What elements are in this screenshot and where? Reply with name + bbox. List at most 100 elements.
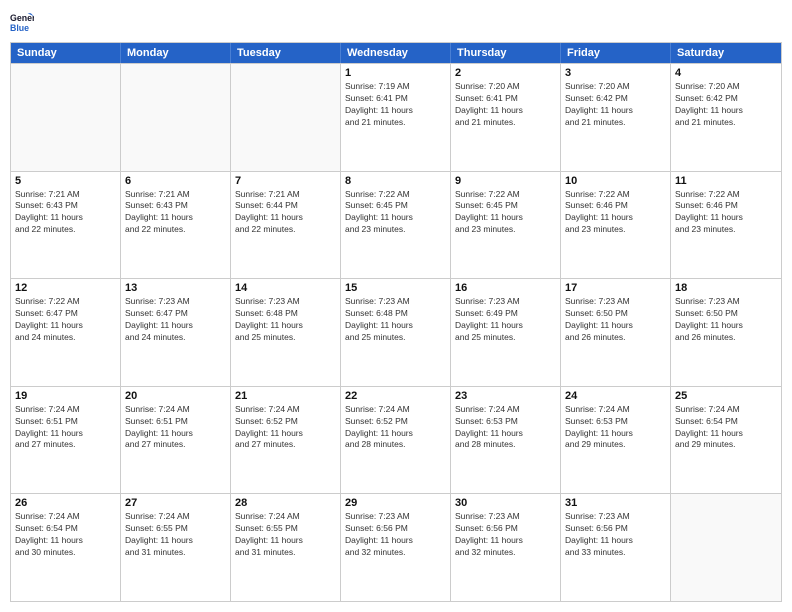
empty-cell (231, 64, 341, 171)
day-info: Sunrise: 7:23 AM Sunset: 6:48 PM Dayligh… (345, 296, 446, 344)
day-cell-27: 27 Sunrise: 7:24 AM Sunset: 6:55 PM Dayli… (121, 494, 231, 601)
day-number: 14 (235, 282, 336, 294)
day-info: Sunrise: 7:19 AM Sunset: 6:41 PM Dayligh… (345, 81, 446, 129)
day-number: 15 (345, 282, 446, 294)
day-info: Sunrise: 7:23 AM Sunset: 6:49 PM Dayligh… (455, 296, 556, 344)
day-cell-30: 30 Sunrise: 7:23 AM Sunset: 6:56 PM Dayli… (451, 494, 561, 601)
calendar-week-3: 12Sunrise: 7:22 AM Sunset: 6:47 PM Dayli… (11, 278, 781, 386)
day-cell-14: 14 Sunrise: 7:23 AM Sunset: 6:48 PM Dayli… (231, 279, 341, 386)
day-header-sunday: Sunday (11, 43, 121, 63)
day-cell-9: 9 Sunrise: 7:22 AM Sunset: 6:45 PM Daylig… (451, 172, 561, 279)
day-info: Sunrise: 7:24 AM Sunset: 6:52 PM Dayligh… (345, 404, 446, 452)
day-info: Sunrise: 7:21 AM Sunset: 6:43 PM Dayligh… (15, 189, 116, 237)
calendar-week-1: 1 Sunrise: 7:19 AM Sunset: 6:41 PM Daylig… (11, 63, 781, 171)
day-cell-18: 18 Sunrise: 7:23 AM Sunset: 6:50 PM Dayli… (671, 279, 781, 386)
day-info: Sunrise: 7:23 AM Sunset: 6:56 PM Dayligh… (565, 511, 666, 559)
empty-cell (121, 64, 231, 171)
logo-icon: General Blue (10, 10, 34, 34)
day-info: Sunrise: 7:24 AM Sunset: 6:54 PM Dayligh… (15, 511, 116, 559)
day-number: 13 (125, 282, 226, 294)
day-info: Sunrise: 7:21 AM Sunset: 6:44 PM Dayligh… (235, 189, 336, 237)
day-header-monday: Monday (121, 43, 231, 63)
empty-cell (11, 64, 121, 171)
day-number: 27 (125, 497, 226, 509)
day-number: 29 (345, 497, 446, 509)
day-info: Sunrise: 7:21 AM Sunset: 6:43 PM Dayligh… (125, 189, 226, 237)
day-number: 25 (675, 390, 777, 402)
day-header-thursday: Thursday (451, 43, 561, 63)
day-cell-19: 19Sunrise: 7:24 AM Sunset: 6:51 PM Dayli… (11, 387, 121, 494)
day-number: 2 (455, 67, 556, 79)
day-cell-5: 5 Sunrise: 7:21 AM Sunset: 6:43 PM Daylig… (11, 172, 121, 279)
day-number: 20 (125, 390, 226, 402)
day-cell-1: 1 Sunrise: 7:19 AM Sunset: 6:41 PM Daylig… (341, 64, 451, 171)
day-cell-20: 20 Sunrise: 7:24 AM Sunset: 6:51 PM Dayli… (121, 387, 231, 494)
day-info: Sunrise: 7:24 AM Sunset: 6:54 PM Dayligh… (675, 404, 777, 452)
day-header-wednesday: Wednesday (341, 43, 451, 63)
day-cell-24: 24Sunrise: 7:24 AM Sunset: 6:53 PM Dayli… (561, 387, 671, 494)
day-cell-4: 4 Sunrise: 7:20 AM Sunset: 6:42 PM Daylig… (671, 64, 781, 171)
day-cell-10: 10 Sunrise: 7:22 AM Sunset: 6:46 PM Dayli… (561, 172, 671, 279)
day-info: Sunrise: 7:24 AM Sunset: 6:51 PM Dayligh… (15, 404, 116, 452)
day-cell-2: 2Sunrise: 7:20 AM Sunset: 6:41 PM Daylig… (451, 64, 561, 171)
calendar-week-5: 26 Sunrise: 7:24 AM Sunset: 6:54 PM Dayli… (11, 493, 781, 601)
day-number: 18 (675, 282, 777, 294)
day-number: 21 (235, 390, 336, 402)
day-info: Sunrise: 7:20 AM Sunset: 6:42 PM Dayligh… (675, 81, 777, 129)
day-header-saturday: Saturday (671, 43, 781, 63)
day-info: Sunrise: 7:22 AM Sunset: 6:47 PM Dayligh… (15, 296, 116, 344)
day-number: 17 (565, 282, 666, 294)
day-info: Sunrise: 7:23 AM Sunset: 6:56 PM Dayligh… (455, 511, 556, 559)
day-number: 11 (675, 175, 777, 187)
day-info: Sunrise: 7:24 AM Sunset: 6:55 PM Dayligh… (235, 511, 336, 559)
svg-text:General: General (10, 13, 34, 23)
day-header-tuesday: Tuesday (231, 43, 341, 63)
day-number: 26 (15, 497, 116, 509)
day-number: 3 (565, 67, 666, 79)
day-cell-16: 16 Sunrise: 7:23 AM Sunset: 6:49 PM Dayli… (451, 279, 561, 386)
empty-cell (671, 494, 781, 601)
day-number: 30 (455, 497, 556, 509)
day-info: Sunrise: 7:23 AM Sunset: 6:48 PM Dayligh… (235, 296, 336, 344)
day-info: Sunrise: 7:23 AM Sunset: 6:56 PM Dayligh… (345, 511, 446, 559)
day-cell-3: 3Sunrise: 7:20 AM Sunset: 6:42 PM Daylig… (561, 64, 671, 171)
day-number: 5 (15, 175, 116, 187)
day-info: Sunrise: 7:22 AM Sunset: 6:45 PM Dayligh… (455, 189, 556, 237)
day-number: 4 (675, 67, 777, 79)
day-cell-22: 22 Sunrise: 7:24 AM Sunset: 6:52 PM Dayli… (341, 387, 451, 494)
day-number: 16 (455, 282, 556, 294)
day-number: 6 (125, 175, 226, 187)
day-header-friday: Friday (561, 43, 671, 63)
calendar-body: 1 Sunrise: 7:19 AM Sunset: 6:41 PM Daylig… (11, 63, 781, 601)
day-cell-17: 17 Sunrise: 7:23 AM Sunset: 6:50 PM Dayli… (561, 279, 671, 386)
day-info: Sunrise: 7:24 AM Sunset: 6:51 PM Dayligh… (125, 404, 226, 452)
day-number: 28 (235, 497, 336, 509)
day-cell-28: 28 Sunrise: 7:24 AM Sunset: 6:55 PM Dayli… (231, 494, 341, 601)
day-cell-7: 7Sunrise: 7:21 AM Sunset: 6:44 PM Daylig… (231, 172, 341, 279)
calendar-header: SundayMondayTuesdayWednesdayThursdayFrid… (11, 43, 781, 63)
day-info: Sunrise: 7:24 AM Sunset: 6:53 PM Dayligh… (455, 404, 556, 452)
page: General Blue SundayMondayTuesdayWednesda… (0, 0, 792, 612)
day-info: Sunrise: 7:22 AM Sunset: 6:46 PM Dayligh… (565, 189, 666, 237)
day-cell-26: 26 Sunrise: 7:24 AM Sunset: 6:54 PM Dayli… (11, 494, 121, 601)
day-number: 1 (345, 67, 446, 79)
day-number: 9 (455, 175, 556, 187)
day-number: 8 (345, 175, 446, 187)
day-info: Sunrise: 7:23 AM Sunset: 6:50 PM Dayligh… (565, 296, 666, 344)
day-number: 22 (345, 390, 446, 402)
calendar: SundayMondayTuesdayWednesdayThursdayFrid… (10, 42, 782, 602)
day-info: Sunrise: 7:24 AM Sunset: 6:52 PM Dayligh… (235, 404, 336, 452)
day-info: Sunrise: 7:22 AM Sunset: 6:45 PM Dayligh… (345, 189, 446, 237)
day-number: 10 (565, 175, 666, 187)
day-cell-23: 23Sunrise: 7:24 AM Sunset: 6:53 PM Dayli… (451, 387, 561, 494)
calendar-week-2: 5 Sunrise: 7:21 AM Sunset: 6:43 PM Daylig… (11, 171, 781, 279)
day-cell-8: 8 Sunrise: 7:22 AM Sunset: 6:45 PM Daylig… (341, 172, 451, 279)
day-info: Sunrise: 7:23 AM Sunset: 6:47 PM Dayligh… (125, 296, 226, 344)
day-number: 31 (565, 497, 666, 509)
day-cell-15: 15 Sunrise: 7:23 AM Sunset: 6:48 PM Dayli… (341, 279, 451, 386)
day-cell-13: 13 Sunrise: 7:23 AM Sunset: 6:47 PM Dayli… (121, 279, 231, 386)
day-info: Sunrise: 7:23 AM Sunset: 6:50 PM Dayligh… (675, 296, 777, 344)
day-info: Sunrise: 7:24 AM Sunset: 6:55 PM Dayligh… (125, 511, 226, 559)
day-info: Sunrise: 7:24 AM Sunset: 6:53 PM Dayligh… (565, 404, 666, 452)
day-cell-29: 29 Sunrise: 7:23 AM Sunset: 6:56 PM Dayli… (341, 494, 451, 601)
